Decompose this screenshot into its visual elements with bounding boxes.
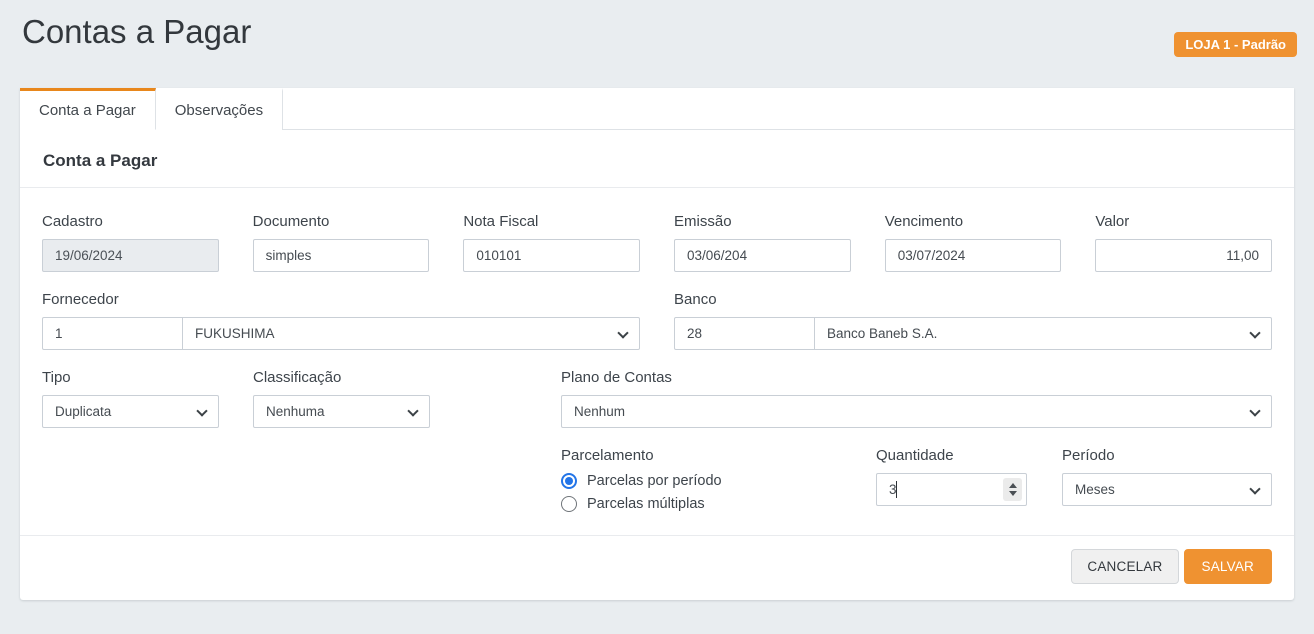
- divider: [20, 187, 1294, 188]
- form-area: Conta a Pagar Cadastro Documento Nota Fi…: [20, 130, 1294, 536]
- number-stepper[interactable]: [1003, 478, 1022, 501]
- stepper-down-icon: [1009, 491, 1017, 496]
- tab-label: Conta a Pagar: [39, 102, 136, 119]
- periodo-label: Período: [1062, 447, 1272, 464]
- vencimento-input[interactable]: [885, 239, 1062, 272]
- fornecedor-code-input[interactable]: [42, 317, 183, 350]
- tipo-label: Tipo: [42, 369, 219, 386]
- save-button[interactable]: SALVAR: [1184, 549, 1272, 584]
- emissao-input[interactable]: [674, 239, 851, 272]
- form-footer: CANCELAR SALVAR: [20, 536, 1294, 600]
- parcelamento-label: Parcelamento: [561, 447, 876, 464]
- field-plano-de-contas: Plano de Contas Nenhum: [561, 369, 1272, 428]
- nota-fiscal-label: Nota Fiscal: [463, 213, 640, 230]
- main-panel: Conta a Pagar Observações Conta a Pagar …: [20, 88, 1294, 600]
- banco-select[interactable]: Banco Baneb S.A.: [815, 317, 1272, 350]
- field-classificacao: Classificação Nenhuma: [253, 369, 430, 428]
- fornecedor-select[interactable]: FUKUSHIMA: [183, 317, 640, 350]
- field-cadastro: Cadastro: [42, 213, 219, 272]
- valor-label: Valor: [1095, 213, 1272, 230]
- radio-label: Parcelas múltiplas: [587, 496, 705, 512]
- field-valor: Valor: [1095, 213, 1272, 272]
- tab-bar: Conta a Pagar Observações: [20, 88, 1294, 130]
- quantidade-label: Quantidade: [876, 447, 1027, 464]
- valor-input[interactable]: [1095, 239, 1272, 272]
- tab-label: Observações: [175, 102, 263, 119]
- cancel-button[interactable]: CANCELAR: [1071, 549, 1178, 584]
- documento-input[interactable]: [253, 239, 430, 272]
- section-title: Conta a Pagar: [42, 130, 1272, 187]
- banco-label: Banco: [674, 291, 1272, 308]
- cadastro-input[interactable]: [42, 239, 219, 272]
- radio-unselected-icon: [561, 496, 577, 512]
- field-parcelamento: Parcelamento Parcelas por período Parcel…: [561, 447, 876, 512]
- stepper-up-icon: [1009, 483, 1017, 488]
- tab-conta-a-pagar[interactable]: Conta a Pagar: [20, 88, 156, 130]
- field-emissao: Emissão: [674, 213, 851, 272]
- field-fornecedor: Fornecedor FUKUSHIMA: [42, 291, 640, 350]
- classificacao-label: Classificação: [253, 369, 430, 386]
- form-row-3: Tipo Duplicata Classificação Nenhuma: [42, 369, 1272, 428]
- periodo-select[interactable]: Meses: [1062, 473, 1272, 506]
- plano-de-contas-select[interactable]: Nenhum: [561, 395, 1272, 428]
- form-row-4: Parcelamento Parcelas por período Parcel…: [561, 447, 1272, 512]
- field-tipo: Tipo Duplicata: [42, 369, 219, 428]
- form-row-2: Fornecedor FUKUSHIMA Banco: [42, 291, 1272, 350]
- field-nota-fiscal: Nota Fiscal: [463, 213, 640, 272]
- radio-parcelas-multiplas[interactable]: Parcelas múltiplas: [561, 496, 876, 512]
- page-header: Contas a Pagar LOJA 1 - Padrão: [0, 0, 1314, 88]
- classificacao-select[interactable]: Nenhuma: [253, 395, 430, 428]
- documento-label: Documento: [253, 213, 430, 230]
- vencimento-label: Vencimento: [885, 213, 1062, 230]
- tipo-select[interactable]: Duplicata: [42, 395, 219, 428]
- cadastro-label: Cadastro: [42, 213, 219, 230]
- field-vencimento: Vencimento: [885, 213, 1062, 272]
- text-caret: [896, 481, 897, 498]
- form-row-1: Cadastro Documento Nota Fiscal Emissão V…: [42, 213, 1272, 272]
- field-banco: Banco Banco Baneb S.A.: [674, 291, 1272, 350]
- store-badge[interactable]: LOJA 1 - Padrão: [1174, 32, 1297, 57]
- radio-selected-icon: [561, 473, 577, 489]
- banco-code-input[interactable]: [674, 317, 815, 350]
- nota-fiscal-input[interactable]: [463, 239, 640, 272]
- radio-label: Parcelas por período: [587, 473, 722, 489]
- radio-parcelas-por-periodo[interactable]: Parcelas por período: [561, 473, 876, 489]
- emissao-label: Emissão: [674, 213, 851, 230]
- plano-de-contas-label: Plano de Contas: [561, 369, 1272, 386]
- field-periodo: Período Meses: [1062, 447, 1272, 512]
- fornecedor-label: Fornecedor: [42, 291, 640, 308]
- page-title: Contas a Pagar: [22, 13, 251, 51]
- field-documento: Documento: [253, 213, 430, 272]
- field-quantidade: Quantidade: [876, 447, 1027, 512]
- tab-observacoes[interactable]: Observações: [156, 88, 283, 130]
